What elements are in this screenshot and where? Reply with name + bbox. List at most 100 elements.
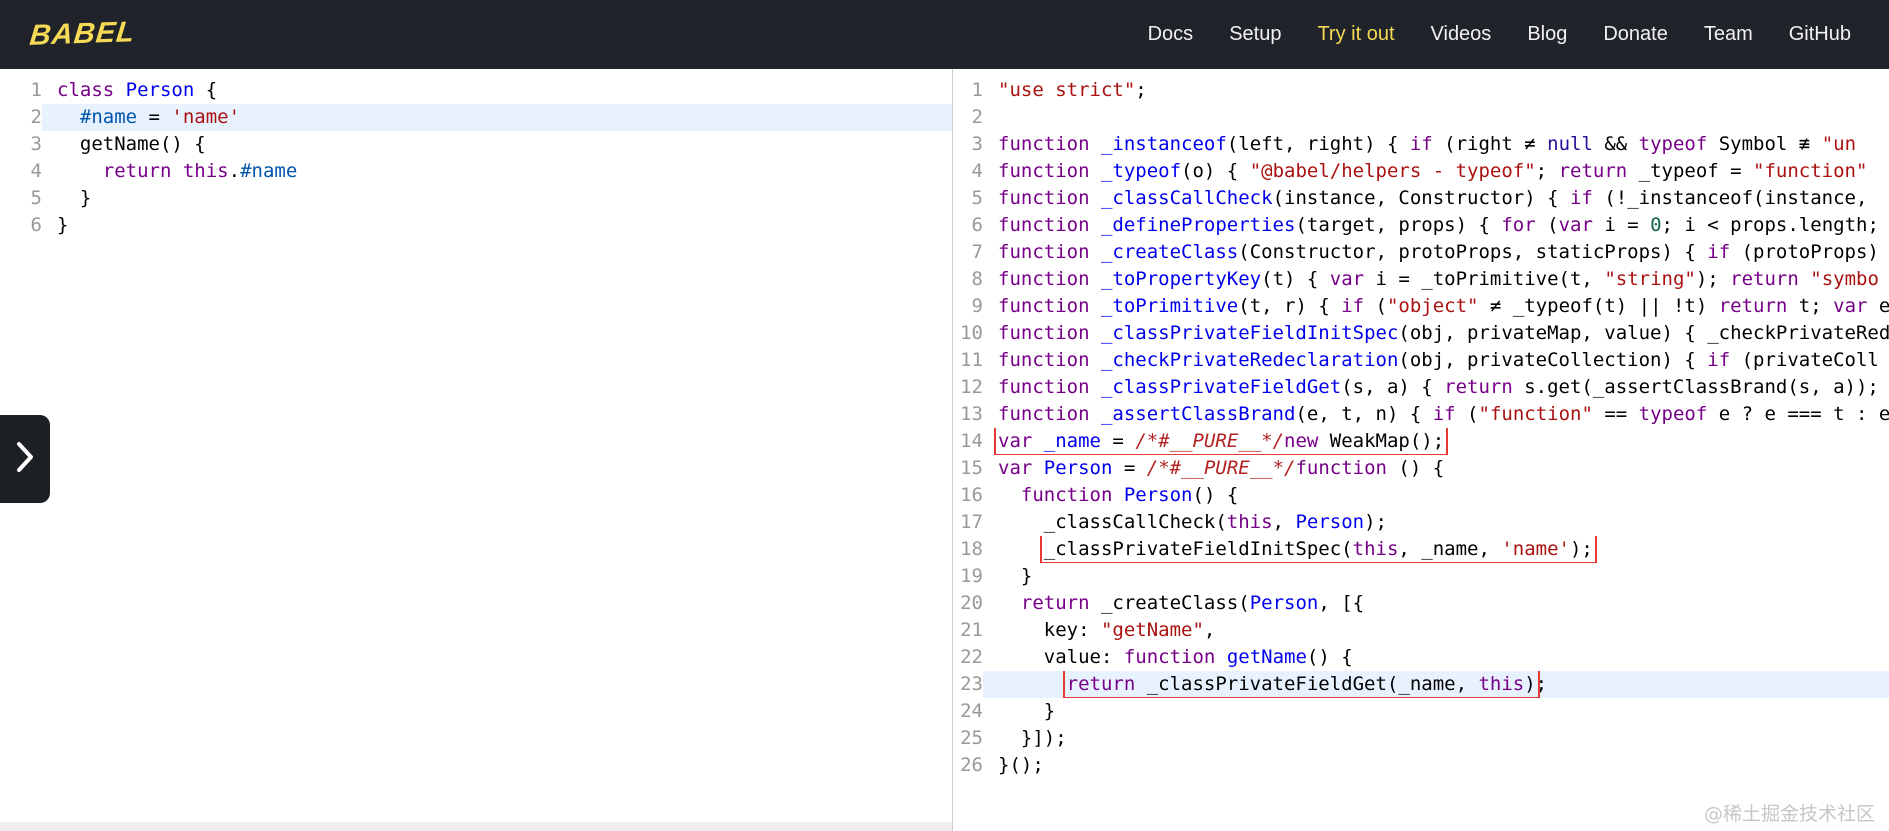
line-number: 12 [960, 376, 983, 398]
code-line-content[interactable]: class Person { [42, 77, 952, 104]
code-token: . [228, 160, 241, 182]
code-line-content[interactable]: } [983, 563, 1889, 590]
code-line-content[interactable]: function _classPrivateFieldGet(s, a) { r… [983, 374, 1889, 401]
code-token: 'name' [1501, 538, 1570, 560]
code-token: (o) { [1181, 160, 1250, 182]
nav-item-try-it-out[interactable]: Try it out [1317, 23, 1394, 46]
code-line-content[interactable]: }]); [983, 725, 1889, 752]
line-number: 15 [960, 457, 983, 479]
code-token: _instanceof [1100, 133, 1227, 155]
code-line-content[interactable]: _classPrivateFieldInitSpec(this, _name, … [983, 536, 1889, 563]
code-token: _typeof [1100, 160, 1182, 182]
nav-item-setup[interactable]: Setup [1229, 23, 1281, 46]
code-line-content[interactable]: } [42, 212, 952, 239]
code-line-content[interactable]: value: function getName() { [983, 644, 1889, 671]
code-token: ) [1524, 673, 1536, 695]
nav-item-github[interactable]: GitHub [1789, 23, 1851, 46]
code-line-content[interactable]: } [42, 185, 952, 212]
code-line: 11 function _checkPrivateRedeclaration(ob… [953, 347, 1889, 374]
code-token: ; [1535, 160, 1559, 182]
code-token: _classPrivateFieldGet [1100, 376, 1342, 398]
code-line-content[interactable]: function _checkPrivateRedeclaration(obj,… [983, 347, 1889, 374]
code-line-content[interactable]: function _classPrivateFieldInitSpec(obj,… [983, 320, 1889, 347]
code-token: ( [1535, 214, 1559, 236]
code-token: function [998, 133, 1090, 155]
code-token: , [1272, 511, 1296, 533]
code-line-content[interactable]: getName() { [42, 131, 952, 158]
code-line-content[interactable]: function _toPrimitive(t, r) { if ("objec… [983, 293, 1889, 320]
code-line-content[interactable]: var Person = /*#__PURE__*/function () { [983, 455, 1889, 482]
line-number: 8 [971, 268, 983, 290]
code-line-content[interactable]: } [983, 698, 1889, 725]
line-number: 25 [960, 727, 983, 749]
code-token: "object" [1386, 295, 1479, 317]
line-number: 5 [971, 187, 983, 209]
line-number: 5 [30, 187, 42, 209]
nav-item-team[interactable]: Team [1704, 23, 1753, 46]
nav-item-docs[interactable]: Docs [1148, 23, 1194, 46]
code-line-content[interactable]: var _name = /*#__PURE__*/new WeakMap(); [983, 428, 1889, 455]
nav-item-donate[interactable]: Donate [1603, 23, 1668, 46]
code-line-content[interactable]: key: "getName", [983, 617, 1889, 644]
babel-logo[interactable]: BABEL [28, 16, 137, 53]
code-token: function [998, 322, 1090, 344]
code-token: #name [240, 160, 298, 182]
code-line: 2 [953, 104, 1889, 131]
code-token: Person [125, 79, 195, 101]
code-token: "function" [1478, 403, 1593, 425]
code-token: (t, r) { [1238, 295, 1342, 317]
code-line-content[interactable]: function _toPropertyKey(t) { var i = _to… [983, 266, 1889, 293]
code-token: (s, a) { [1341, 376, 1445, 398]
line-number: 11 [960, 349, 983, 371]
code-token: return [102, 160, 172, 182]
code-line-content[interactable]: return _createClass(Person, [{ [983, 590, 1889, 617]
source-editor: 1 class Person {2 #name = 'name' 3 getName… [0, 69, 952, 831]
code-line-content[interactable]: "use strict"; [983, 77, 1889, 104]
code-token: , [{ [1318, 592, 1365, 614]
code-token: return [1718, 295, 1788, 317]
code-line-content[interactable]: function _createClass(Constructor, proto… [983, 239, 1889, 266]
code-line-content[interactable]: function _assertClassBrand(e, t, n) { if… [983, 401, 1889, 428]
nav-item-blog[interactable]: Blog [1527, 23, 1567, 46]
code-token: var [998, 457, 1033, 479]
code-line-content[interactable] [983, 104, 1889, 131]
code-token: if [1707, 241, 1731, 263]
code-token: _typeof = [1627, 160, 1754, 182]
code-token: () { [1192, 484, 1239, 506]
code-token: function [998, 241, 1090, 263]
line-number: 1 [971, 79, 983, 101]
code-line-content[interactable]: }(); [983, 752, 1889, 779]
code-line: 15 var Person = /*#__PURE__*/function () … [953, 455, 1889, 482]
line-number: 10 [960, 322, 983, 344]
code-line-content[interactable]: return _classPrivateFieldGet(_name, this… [983, 671, 1889, 698]
code-token: "getName" [1100, 619, 1204, 641]
code-token: s.get(_assertClassBrand(s, a)); [1512, 376, 1879, 398]
code-line: 3 function _instanceof(left, right) { if … [953, 131, 1889, 158]
code-token: } [57, 214, 69, 236]
line-number: 19 [960, 565, 983, 587]
sidebar-expand-button[interactable] [0, 415, 50, 503]
code-line-content[interactable]: function Person() { [983, 482, 1889, 509]
code-token: = [1112, 457, 1147, 479]
code-token: function [998, 376, 1090, 398]
code-token: ≠ _typeof(t) || !t) [1478, 295, 1719, 317]
code-token: "symbo [1810, 268, 1879, 290]
code-token: "use strict" [998, 79, 1136, 101]
code-line-content[interactable]: #name = 'name' [42, 104, 952, 131]
code-token: _classPrivateFieldInitSpec( [1043, 538, 1353, 560]
horizontal-scrollbar[interactable] [0, 822, 952, 831]
code-line-content[interactable]: function _typeof(o) { "@babel/helpers - … [983, 158, 1889, 185]
code-token: (left, right) { [1226, 133, 1410, 155]
repl-main: 1 class Person {2 #name = 'name' 3 getName… [0, 69, 1889, 831]
code-line-content[interactable]: function _classCallCheck(instance, Const… [983, 185, 1889, 212]
nav-item-videos[interactable]: Videos [1431, 23, 1492, 46]
code-line-content[interactable]: function _defineProperties(target, props… [983, 212, 1889, 239]
code-line-content[interactable]: return this.#name [42, 158, 952, 185]
code-line-content[interactable]: function _instanceof(left, right) { if (… [983, 131, 1889, 158]
code-line-content[interactable]: _classCallCheck(this, Person); [983, 509, 1889, 536]
code-token: (!_instanceof(instance, [1592, 187, 1879, 209]
